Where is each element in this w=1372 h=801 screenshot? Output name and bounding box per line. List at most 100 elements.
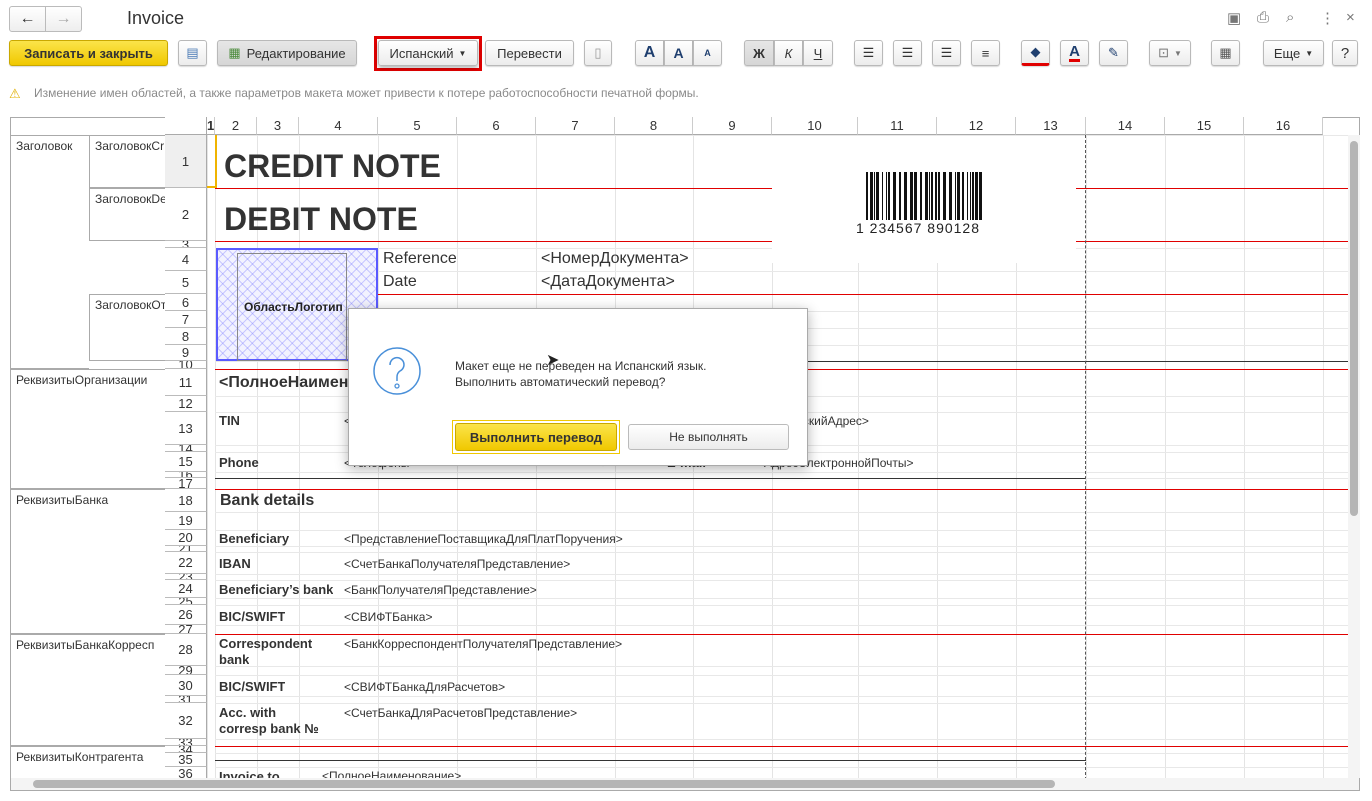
barcode-bar [967, 172, 968, 220]
translate-dialog: Макет еще не переведен на Испанский язык… [348, 308, 808, 466]
align-right-icon: ☰ [940, 45, 953, 60]
warning-icon: ⚠ [9, 86, 21, 101]
edit-mode-label: Редактирование [246, 45, 346, 61]
more-icon[interactable]: ⋮ [1320, 9, 1335, 27]
barcode-bar [962, 172, 964, 220]
paint-bucket-icon: ◆ [1030, 44, 1041, 59]
bic2-label: BIC/SWIFT [219, 679, 286, 694]
text-color-button[interactable]: A [1060, 40, 1089, 66]
barcode-bar [899, 172, 901, 220]
pencil-icon: ✎ [1108, 45, 1119, 60]
edit-mode-toggle[interactable]: ▦ Редактирование [217, 40, 357, 66]
barcode-bar [938, 172, 940, 220]
barcode-bar [970, 172, 971, 220]
borders-dropdown[interactable]: ⊡ ▼ [1149, 40, 1191, 66]
language-dropdown[interactable]: Испанский ▼ [378, 40, 478, 66]
floppy-icon: ▤ [186, 45, 199, 60]
barcode-image: 1 234567 890128 [772, 136, 1076, 263]
forward-button[interactable]: → [45, 6, 82, 32]
font-decrease-button[interactable]: A [693, 40, 722, 66]
fill-color-button[interactable]: ◆ [1021, 40, 1050, 66]
barcode-bar [955, 172, 956, 220]
more-button[interactable]: Еще ▼ [1263, 40, 1324, 66]
page-button[interactable]: ▯ [584, 40, 612, 66]
barcode-bar [931, 172, 933, 220]
print-icon[interactable]: ⎙ [1257, 9, 1269, 26]
italic-button[interactable]: К [774, 40, 803, 66]
more-label: Еще [1273, 45, 1301, 61]
corr-bank-value: <БанкКорреспондентПолучателяПредставлени… [344, 637, 623, 651]
align-right-button[interactable]: ☰ [932, 40, 961, 66]
table-button[interactable]: ▦ [1211, 40, 1240, 66]
font-button[interactable]: A [635, 40, 664, 66]
barcode-bar [914, 172, 917, 220]
back-button[interactable]: ← [9, 6, 46, 32]
barcode-bar [893, 172, 896, 220]
reference-value: <НомерДокумента> [541, 250, 689, 267]
bic2-value: <СВИФТБанкаДляРасчетов> [344, 680, 506, 694]
text-color-icon: A [1069, 42, 1080, 62]
font-increase-button[interactable]: A [664, 40, 693, 66]
horizontal-scrollbar-thumb[interactable] [33, 780, 1055, 788]
borders-icon: ⊡ [1158, 45, 1169, 60]
barcode-bar [920, 172, 922, 220]
preview-icon[interactable]: ⌕ [1286, 9, 1294, 26]
barcode-bar [949, 172, 952, 220]
barcode-bar [957, 172, 960, 220]
beneficiary-value: <ПредставлениеПоставщикаДляПлатПоручения… [344, 532, 623, 546]
save-icon[interactable]: ▣ [1227, 9, 1241, 27]
save-button[interactable]: ▤ [178, 40, 207, 66]
close-icon[interactable]: × [1346, 9, 1355, 26]
active-cell [207, 135, 217, 188]
save-and-close-button[interactable]: Записать и закрыть [9, 40, 168, 66]
dialog-message-line1: Макет еще не переведен на Испанский язык… [455, 359, 707, 373]
language-label: Испанский [389, 45, 454, 61]
chevron-down-icon: ▼ [1305, 48, 1314, 58]
bic-value: <СВИФТБанка> [344, 610, 433, 624]
barcode-number: 1 234567 890128 [856, 220, 980, 236]
translate-ok-button[interactable]: Выполнить перевод [455, 423, 617, 451]
translate-button[interactable]: Перевести [485, 40, 574, 66]
barcode-bar [910, 172, 913, 220]
align-center-button[interactable]: ☰ [893, 40, 922, 66]
barcode-bar [876, 172, 879, 220]
vertical-scrollbar-thumb[interactable] [1350, 141, 1358, 516]
invoice-to-label: Invoice to [219, 769, 280, 778]
edit-table-icon: ▦ [228, 45, 241, 60]
logo-area-label: ОбластьЛоготип [244, 300, 343, 314]
dialog-message-line2: Выполнить автоматический перевод? [455, 375, 666, 389]
page-icon: ▯ [594, 45, 602, 60]
barcode-bar [935, 172, 937, 220]
invoice-to-value: <ПолноеНаименование> [322, 769, 462, 778]
reference-label: Reference [383, 250, 457, 267]
bank-details-heading: Bank details [220, 492, 315, 509]
help-button[interactable]: ? [1332, 40, 1358, 66]
iban-value: <СчетБанкаПолучателяПредставление> [344, 557, 571, 571]
acc-value: <СчетБанкаДляРасчетовПредставление> [344, 706, 578, 720]
window-title: Invoice [127, 8, 185, 28]
vertical-scrollbar[interactable] [1348, 135, 1360, 778]
horizontal-scrollbar[interactable] [11, 778, 1359, 790]
align-left-button[interactable]: ☰ [854, 40, 883, 66]
bold-button[interactable]: Ж [744, 40, 774, 66]
underline-button[interactable]: Ч [803, 40, 833, 66]
barcode-bar [975, 172, 978, 220]
align-justify-button[interactable]: ≡ [971, 40, 1000, 66]
question-icon [373, 347, 421, 395]
beneficiary-label: Beneficiary [219, 531, 290, 546]
border-color-button[interactable]: ✎ [1099, 40, 1128, 66]
forward-arrow-icon: → [55, 10, 72, 27]
barcode-bar [943, 172, 946, 220]
phone-label: Phone [219, 455, 259, 470]
barcode-bar [929, 172, 930, 220]
beneficiary-bank-label: Beneficiary’s bank [219, 582, 334, 597]
date-label: Date [383, 273, 417, 290]
chevron-down-icon: ▼ [1173, 48, 1182, 58]
bic-label: BIC/SWIFT [219, 609, 286, 624]
align-justify-icon: ≡ [981, 45, 990, 61]
barcode-bar [882, 172, 883, 220]
translate-cancel-button[interactable]: Не выполнять [628, 424, 789, 450]
debit-note-title: DEBIT NOTE [224, 201, 418, 237]
align-left-icon: ☰ [862, 45, 875, 60]
acc-label-2: corresp bank № [219, 721, 319, 736]
